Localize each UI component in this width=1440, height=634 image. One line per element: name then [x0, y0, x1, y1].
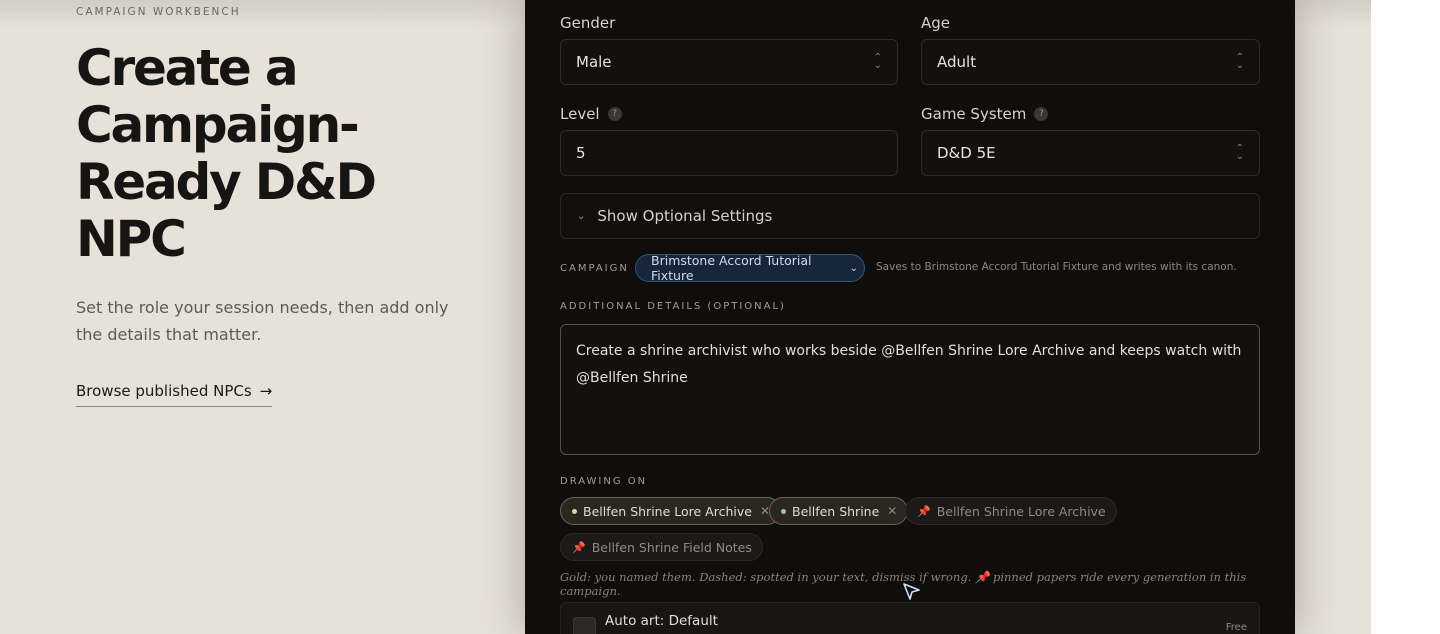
gender-value: Male — [576, 53, 612, 71]
page-subtitle: Set the role your session needs, then ad… — [76, 298, 449, 344]
gender-select[interactable]: Male ⌃ ⌄ — [560, 39, 898, 85]
campaign-label: CAMPAIGN — [560, 263, 629, 274]
chip-pinned-paper[interactable]: 📌 Bellfen Shrine Lore Archive — [905, 497, 1117, 525]
optional-settings-toggle[interactable]: ⌄ Show Optional Settings — [560, 193, 1260, 239]
pin-icon: 📌 — [572, 540, 586, 554]
campaign-value: Brimstone Accord Tutorial Fixture — [651, 253, 812, 283]
chip-named-source[interactable]: Bellfen Shrine Lore Archive ✕ — [560, 497, 782, 525]
page-title: Create a Campaign-Ready D&D NPC — [76, 39, 377, 268]
select-caret-icon: ⌃ ⌄ — [1235, 52, 1244, 71]
arrow-right-icon: → — [259, 382, 273, 400]
additional-details-label: ADDITIONAL DETAILS (OPTIONAL) — [560, 301, 786, 312]
game-system-value: D&D 5E — [937, 144, 996, 162]
chip-pinned-paper[interactable]: 📌 Bellfen Shrine Field Notes — [560, 533, 763, 561]
auto-art-option[interactable]: Auto art: Default Free — [560, 602, 1260, 634]
auto-art-price: Free — [1225, 622, 1247, 633]
close-icon[interactable]: ✕ — [887, 504, 897, 518]
help-icon[interactable]: ? — [1034, 107, 1049, 121]
select-caret-icon: ⌃ ⌄ — [873, 52, 882, 71]
mouse-cursor-icon — [903, 583, 920, 600]
help-icon[interactable]: ? — [607, 107, 622, 121]
browse-link-label: Browse published NPCs — [76, 382, 252, 400]
game-system-label: Game System ? — [921, 105, 1049, 123]
level-input[interactable]: 5 — [560, 130, 898, 176]
game-system-select[interactable]: D&D 5E ⌃ ⌄ — [921, 130, 1260, 176]
browse-published-npcs-link[interactable]: Browse published NPCs → — [76, 382, 273, 407]
chip-label: Bellfen Shrine Field Notes — [591, 539, 752, 555]
level-value: 5 — [576, 144, 586, 162]
select-caret-icon: ⌃ ⌄ — [1235, 143, 1244, 162]
campaign-select[interactable]: Brimstone Accord Tutorial Fixture ⌄ — [635, 253, 865, 283]
level-label: Level ? — [560, 105, 622, 123]
dot-icon — [572, 508, 577, 514]
npc-form-panel: Gender Male ⌃ ⌄ Age Adult ⌃ ⌄ Level ? 5 Ga… — [525, 0, 1295, 634]
campaign-note: Saves to Brimstone Accord Tutorial Fixtu… — [876, 261, 1237, 273]
optional-settings-label: Show Optional Settings — [597, 207, 773, 225]
chip-label: Bellfen Shrine Lore Archive — [583, 503, 752, 519]
gender-label: Gender — [560, 14, 616, 32]
chip-named-source[interactable]: Bellfen Shrine ✕ — [769, 497, 909, 525]
age-value: Adult — [937, 53, 977, 71]
pin-icon: 📌 — [917, 504, 931, 518]
age-label: Age — [921, 14, 951, 32]
right-edge-strip — [1371, 0, 1440, 634]
chip-label: Bellfen Shrine Lore Archive — [936, 503, 1106, 519]
age-select[interactable]: Adult ⌃ ⌄ — [921, 39, 1260, 85]
additional-details-textarea[interactable]: Create a shrine archivist who works besi… — [560, 324, 1260, 455]
auto-art-checkbox[interactable] — [573, 617, 596, 634]
chevron-down-icon: ⌄ — [849, 262, 858, 274]
drawing-on-label: DRAWING ON — [560, 476, 648, 487]
chip-label: Bellfen Shrine — [792, 503, 880, 519]
chevron-down-icon: ⌄ — [577, 210, 586, 222]
eyebrow-label: CAMPAIGN WORKBENCH — [76, 6, 241, 18]
auto-art-label: Auto art: Default — [605, 613, 718, 629]
dot-icon — [781, 508, 786, 514]
